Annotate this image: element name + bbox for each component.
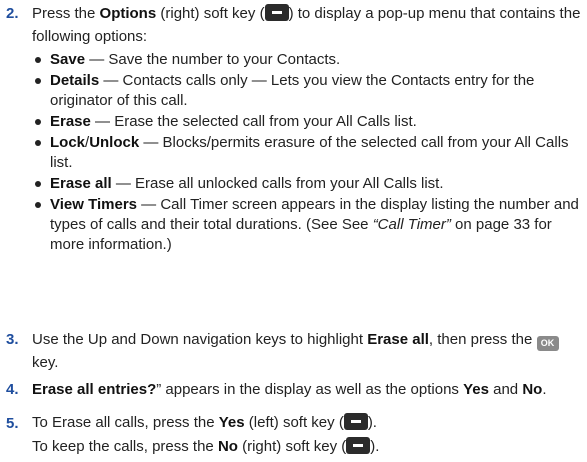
step-number: 5. [6, 415, 19, 432]
bullet-icon [35, 202, 41, 208]
bullet-icon [35, 119, 41, 125]
step-number: 3. [6, 331, 19, 348]
option-description: — Erase all unlocked calls from your All… [111, 175, 444, 192]
step-line: To keep the calls, press the No (right) … [32, 436, 581, 458]
text-run: ” appears in the display as well as the … [156, 381, 464, 398]
option-description: — Save the number to your Contacts. [85, 51, 341, 68]
yes-option: Yes [463, 381, 489, 398]
step-line: To Erase all calls, press the Yes (left)… [32, 412, 581, 434]
text-run: Use the Up and Down navigation keys to h… [32, 331, 368, 348]
text-run: key. [32, 354, 59, 371]
list-item: Lock/Unlock — Blocks/permits erasure of … [32, 133, 581, 173]
option-name: Unlock [89, 134, 140, 151]
ok-key-icon: OK [536, 336, 559, 351]
options-list: Save — Save the number to your Contacts.… [32, 50, 581, 255]
step-text: Press the Options (right) soft key () to… [32, 2, 587, 255]
text-run: ). [367, 414, 377, 431]
bullet-icon [35, 78, 41, 84]
step-number: 2. [6, 5, 19, 22]
text-run: (left) soft key ( [244, 414, 344, 431]
options-key-name: Options [99, 5, 157, 22]
step-text: To Erase all calls, press the Yes (left)… [32, 412, 587, 458]
text-run: (right) soft key ( [237, 438, 347, 455]
list-item: Save — Save the number to your Contacts. [32, 50, 581, 70]
step-5: 5. To Erase all calls, press the Yes (le… [0, 412, 587, 458]
bullet-icon [35, 57, 41, 63]
erase-all-option: Erase all [367, 331, 429, 348]
option-name: Erase all [50, 175, 112, 192]
list-item: Details — Contacts calls only — Lets you… [32, 71, 581, 111]
option-name: Details [50, 72, 100, 89]
softkey-icon [343, 413, 368, 430]
no-key-name: No [217, 438, 238, 455]
list-item: Erase — Erase the selected call from you… [32, 112, 581, 132]
text-run: . [542, 381, 547, 398]
softkey-icon [264, 4, 289, 21]
bullet-icon [35, 181, 41, 187]
step-number: 4. [6, 381, 19, 398]
cross-reference: “Call Timer” [372, 216, 451, 233]
text-run: ). [370, 438, 380, 455]
option-name: Erase [50, 113, 91, 130]
manual-page: 2. Press the Options (right) soft key ()… [0, 0, 587, 462]
option-description: — Contacts calls only — Lets you view th… [50, 72, 535, 109]
list-item: Erase all — Erase all unlocked calls fro… [32, 174, 581, 194]
text-run: and [488, 381, 523, 398]
list-item: View Timers — Call Timer screen appears … [32, 195, 581, 255]
option-name: View Timers [50, 196, 137, 213]
softkey-icon [346, 437, 371, 454]
step-2: 2. Press the Options (right) soft key ()… [0, 2, 587, 256]
option-name: Lock [50, 134, 86, 151]
option-description: — Erase the selected call from your All … [90, 113, 417, 130]
text-run: (right) soft key ( [156, 5, 265, 22]
step-3: 3. Use the Up and Down navigation keys t… [0, 328, 587, 374]
prompt-text: Erase all entries? [32, 381, 157, 398]
step-text: Erase all entries?” appears in the displ… [32, 378, 587, 401]
text-run: To Erase all calls, press the [32, 414, 219, 431]
no-option: No [522, 381, 543, 398]
bullet-icon [35, 140, 41, 146]
step-4: 4. Erase all entries?” appears in the di… [0, 378, 587, 401]
text-run: Press the [32, 5, 100, 22]
option-name: Save [50, 51, 86, 68]
text-run: , then press the [428, 331, 537, 348]
yes-key-name: Yes [218, 414, 245, 431]
step-text: Use the Up and Down navigation keys to h… [32, 328, 587, 374]
text-run: To keep the calls, press the [32, 438, 218, 455]
